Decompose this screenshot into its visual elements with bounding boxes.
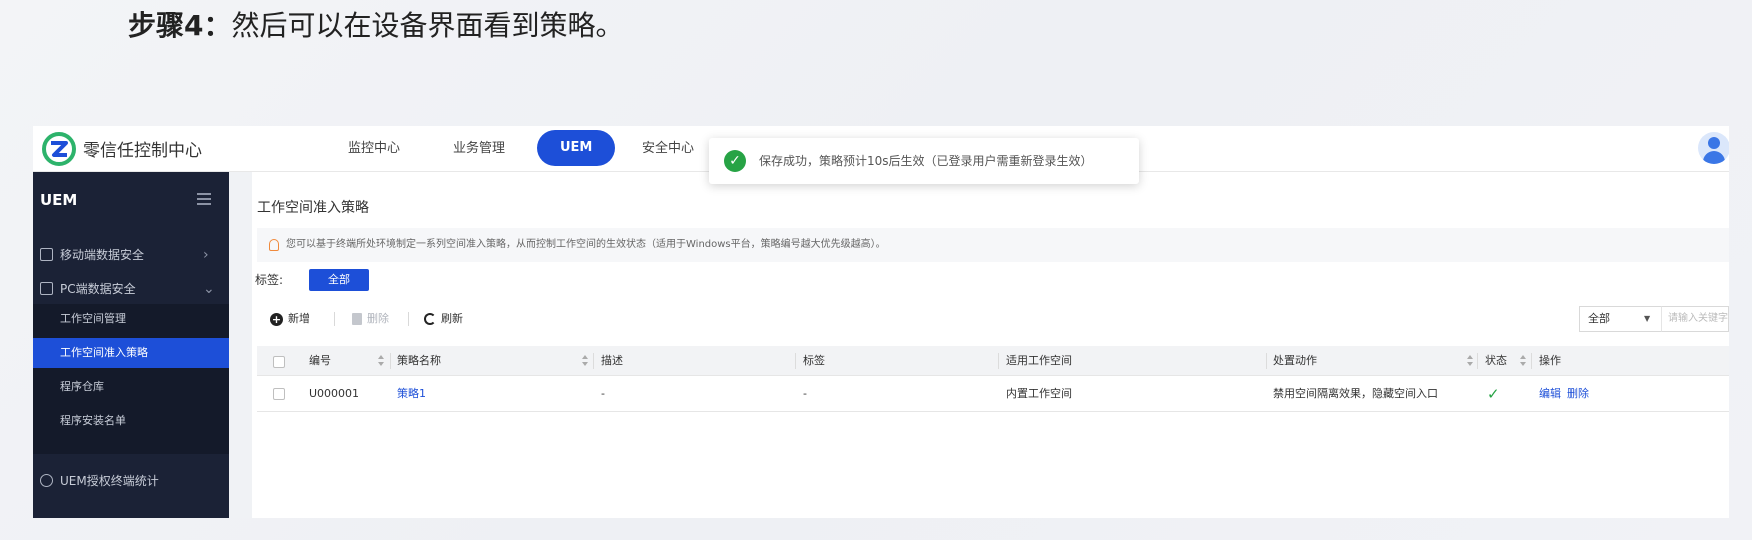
row-checkbox[interactable]: [273, 388, 285, 400]
toolbar-divider: [408, 312, 409, 326]
sidebar-item-program-repository[interactable]: 程序仓库: [33, 372, 229, 402]
sidebar-item-install-list[interactable]: 程序安装名单: [33, 406, 229, 436]
sidebar-item-workspace-access-policy[interactable]: 工作空间准入策略: [33, 338, 229, 368]
col-action: 处置动作: [1273, 354, 1317, 367]
sidebar-header: UEM: [33, 172, 229, 228]
avatar-body-icon: [1703, 151, 1725, 164]
avatar-head-icon: [1708, 137, 1720, 149]
column-divider: [390, 353, 391, 369]
table-row: U000001 策略1 - - 内置工作空间 禁用空间隔离效果，隐藏空间入口 ✓…: [257, 376, 1729, 412]
status-check-icon: ✓: [1487, 385, 1500, 403]
edit-link[interactable]: 编辑: [1539, 376, 1561, 412]
column-divider: [1266, 353, 1267, 369]
col-workspace: 适用工作空间: [1006, 354, 1072, 367]
main-content: 工作空间准入策略 您可以基于终端所处环境制定一系列空间准入策略，从而控制工作空间…: [252, 172, 1729, 518]
sidebar-item-label: UEM授权终端统计: [60, 474, 159, 488]
sidebar-item-mobile-security[interactable]: 移动端数据安全 ›: [33, 236, 229, 274]
col-status: 状态: [1485, 354, 1507, 367]
column-divider: [998, 353, 999, 369]
step-caption: 步骤4：然后可以在设备界面看到策略。: [128, 6, 624, 46]
chevron-down-icon: ⌄: [203, 281, 215, 297]
mobile-icon: [40, 248, 53, 261]
brand-name: 零信任控制中心: [83, 141, 202, 161]
nav-monitor[interactable]: 监控中心: [348, 126, 400, 172]
collapse-menu-icon[interactable]: [197, 193, 211, 205]
user-avatar[interactable]: [1698, 132, 1729, 164]
success-check-icon: ✓: [724, 150, 746, 172]
filter-selected: 全部: [1588, 312, 1610, 325]
nav-business[interactable]: 业务管理: [453, 126, 505, 172]
tag-label: 标签:: [255, 273, 284, 287]
filter-select[interactable]: 全部 ▼: [1579, 306, 1661, 332]
select-all-checkbox[interactable]: [273, 356, 285, 368]
delete-button[interactable]: 删除: [352, 308, 389, 330]
cell-name-link[interactable]: 策略1: [397, 376, 426, 412]
column-divider: [1531, 353, 1532, 369]
sidebar-item-label: PC端数据安全: [60, 282, 136, 296]
chevron-right-icon: ›: [203, 247, 209, 263]
sidebar-item-uem-stats[interactable]: UEM授权终端统计: [33, 462, 229, 500]
column-divider: [593, 353, 594, 369]
step-text: 然后可以在设备界面看到策略。: [231, 9, 624, 42]
col-tag: 标签: [803, 354, 825, 367]
col-name: 策略名称: [397, 354, 441, 367]
tag-filter-all[interactable]: 全部: [309, 269, 369, 291]
app-screenshot: 零信任控制中心 监控中心 业务管理 UEM 安全中心 ✓ 保存成功，策略预计10…: [33, 126, 1729, 518]
logo-icon: [42, 132, 76, 166]
sidebar-title: UEM: [40, 191, 78, 209]
page-title: 工作空间准入策略: [257, 200, 369, 216]
plus-icon: +: [270, 312, 283, 326]
sort-icon[interactable]: [378, 355, 384, 367]
sidebar-item-label: 移动端数据安全: [60, 248, 145, 262]
step-label: 步骤4：: [128, 9, 232, 42]
add-button[interactable]: + 新增: [270, 308, 310, 330]
sort-icon[interactable]: [1520, 355, 1526, 367]
success-toast: ✓ 保存成功，策略预计10s后生效（已登录用户需重新登录生效）: [709, 138, 1139, 184]
cell-tag: -: [803, 387, 807, 400]
monitor-icon: [40, 282, 53, 295]
toast-message: 保存成功，策略预计10s后生效（已登录用户需重新登录生效）: [759, 154, 1093, 168]
table-header: 编号 策略名称 描述 标签 适用工作空间 处置动作 状态 操作: [257, 346, 1729, 376]
nav-security[interactable]: 安全中心: [642, 126, 694, 172]
add-label: 新增: [288, 312, 310, 325]
delete-link[interactable]: 删除: [1567, 376, 1589, 412]
cell-workspace: 内置工作空间: [1006, 387, 1072, 400]
clock-icon: [40, 474, 53, 487]
delete-label: 删除: [367, 312, 389, 325]
cell-id: U000001: [309, 387, 360, 400]
column-divider: [1477, 353, 1478, 369]
lightbulb-icon: [269, 239, 279, 251]
refresh-label: 刷新: [441, 312, 463, 325]
cell-desc: -: [601, 387, 605, 400]
trash-icon: [352, 313, 362, 325]
sidebar-item-pc-security[interactable]: PC端数据安全 ⌄: [33, 270, 229, 308]
sort-icon[interactable]: [1467, 355, 1473, 367]
column-divider: [795, 353, 796, 369]
col-desc: 描述: [601, 354, 623, 367]
sort-icon[interactable]: [582, 355, 588, 367]
refresh-icon: [424, 313, 436, 325]
refresh-button[interactable]: 刷新: [424, 308, 463, 330]
sidebar-item-workspace-management[interactable]: 工作空间管理: [33, 304, 229, 334]
dropdown-arrow-icon: ▼: [1644, 314, 1651, 323]
tip-banner: 您可以基于终端所处环境制定一系列空间准入策略，从而控制工作空间的生效状态（适用于…: [257, 228, 1729, 262]
sidebar-submenu: 工作空间管理 工作空间准入策略 程序仓库 程序安装名单: [33, 304, 229, 454]
toolbar-divider: [334, 312, 335, 326]
search-input[interactable]: 请输入关键字: [1661, 306, 1729, 332]
nav-uem[interactable]: UEM: [537, 130, 616, 166]
col-id: 编号: [309, 354, 331, 367]
sidebar: UEM 移动端数据安全 › PC端数据安全 ⌄ 工作空间管理 工作空间准入策略 …: [33, 172, 229, 518]
cell-action: 禁用空间隔离效果，隐藏空间入口: [1273, 387, 1438, 400]
tip-text: 您可以基于终端所处环境制定一系列空间准入策略，从而控制工作空间的生效状态（适用于…: [286, 239, 886, 250]
col-ops: 操作: [1539, 354, 1561, 367]
